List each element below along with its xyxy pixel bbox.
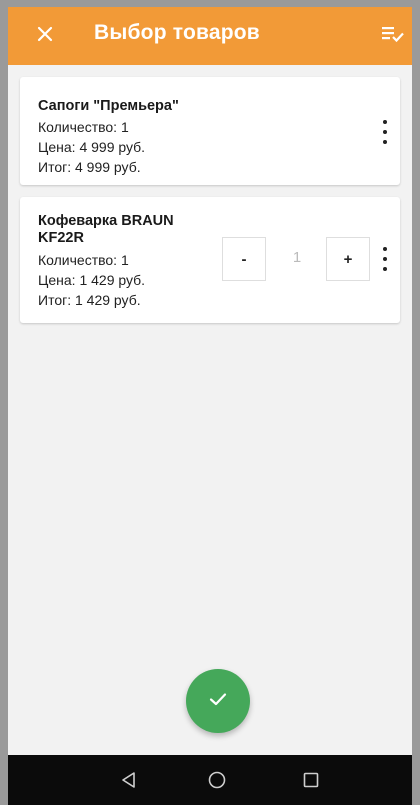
recent-square-icon[interactable] <box>298 767 324 793</box>
system-nav-bar <box>8 755 412 805</box>
product-quantity: Количество: 1 <box>38 252 129 268</box>
close-icon[interactable] <box>30 19 60 49</box>
page-title: Выбор товаров <box>94 21 260 44</box>
product-price: Цена: 1 429 руб. <box>38 272 146 288</box>
product-name: Кофеварка BRAUN KF22R <box>38 213 174 246</box>
home-circle-icon[interactable] <box>204 767 230 793</box>
product-total: Итог: 4 999 руб. <box>38 159 141 175</box>
more-vert-icon[interactable] <box>378 120 392 144</box>
decrease-quantity-button[interactable]: - <box>222 237 266 281</box>
app-bar: Выбор товаров <box>8 7 412 65</box>
back-triangle-icon[interactable] <box>116 767 142 793</box>
product-card[interactable]: Кофеварка BRAUN KF22R Количество: 1 Цена… <box>20 197 400 323</box>
phone-screen: Выбор товаров Сапоги "Премьера" Количест… <box>8 7 412 805</box>
product-quantity: Количество: 1 <box>38 119 129 135</box>
confirm-button[interactable] <box>186 669 250 733</box>
increase-quantity-button[interactable]: + <box>326 237 370 281</box>
filter-list-check-icon[interactable] <box>380 21 406 47</box>
quantity-value: 1 <box>292 249 302 266</box>
product-price: Цена: 4 999 руб. <box>38 139 146 155</box>
check-icon <box>207 688 229 715</box>
product-total: Итог: 1 429 руб. <box>38 292 141 308</box>
product-card[interactable]: Сапоги "Премьера" Количество: 1 Цена: 4 … <box>20 77 400 185</box>
more-vert-icon[interactable] <box>378 247 392 271</box>
product-name: Сапоги "Премьера" <box>38 98 179 114</box>
